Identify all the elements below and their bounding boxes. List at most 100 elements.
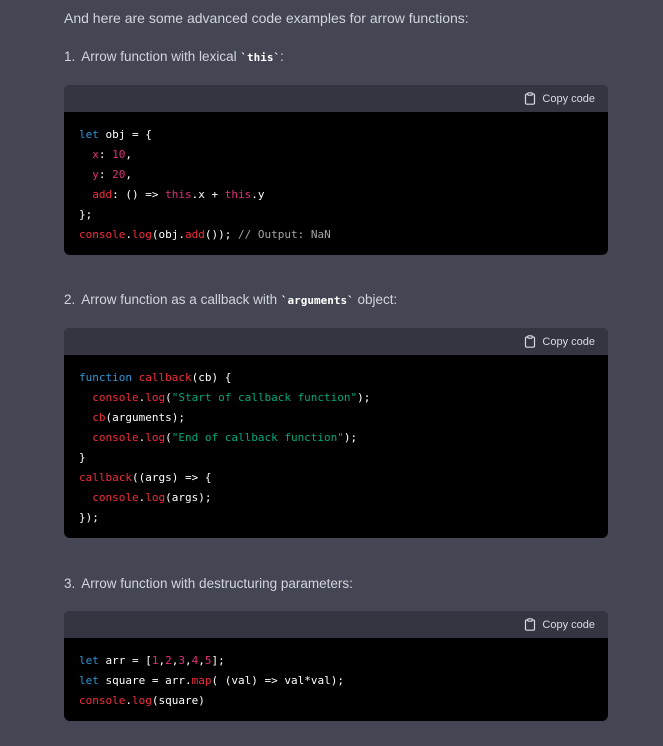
item-1-title-code: `this` (240, 51, 281, 64)
code-token: cb (198, 371, 212, 384)
code-token: x (198, 188, 205, 201)
code-token: ) (198, 694, 205, 707)
code-token: add (184, 228, 205, 241)
item-2-title-suffix: object: (353, 292, 398, 307)
code-token: log (145, 431, 166, 444)
code-token: , (198, 654, 205, 667)
code-token: arguments (112, 411, 172, 424)
code-token: val (231, 674, 252, 687)
code-token: . (251, 188, 258, 201)
code-token: ); (171, 411, 185, 424)
code-token: "End of callback function" (171, 431, 344, 444)
code-line: let obj = { (79, 125, 593, 145)
copy-code-button-3[interactable]: Copy code (524, 618, 595, 631)
code-token: console (92, 491, 139, 504)
item-1-title: 1. Arrow function with lexical `this`: (64, 48, 284, 67)
code-token: // Output: NaN (237, 228, 331, 241)
code-token: this (165, 188, 192, 201)
copy-code-button-2[interactable]: Copy code (524, 335, 595, 348)
code-token: ); (357, 391, 371, 404)
code-token: log (131, 694, 152, 707)
code-token: x (92, 148, 99, 161)
item-1-title-suffix: : (280, 49, 284, 64)
code-header-2: Copy code (64, 328, 608, 355)
code-token: arr (105, 654, 126, 667)
code-token: }; (79, 208, 93, 221)
code-token: callback (79, 471, 132, 484)
code-line: y: 20, (79, 165, 593, 185)
code-body-3[interactable]: let arr = [1,2,3,4,5]; let square = arr.m… (64, 638, 608, 721)
code-token: console (79, 228, 126, 241)
code-token: val (284, 674, 305, 687)
code-line: console.log(obj.add()); // Output: NaN (79, 225, 593, 245)
code-token: = (132, 654, 139, 667)
code-token: ( (165, 431, 172, 444)
code-token: ); (343, 431, 358, 444)
code-token: let (79, 654, 99, 667)
code-token: y (92, 168, 99, 181)
code-token: ( (165, 391, 172, 404)
code-token: , (125, 168, 132, 181)
code-token: log (145, 491, 166, 504)
code-token: ); (198, 491, 212, 504)
item-1-title-text: Arrow function with lexical (81, 49, 241, 64)
code-token: "Start of callback function" (171, 391, 358, 404)
code-line: }; (79, 205, 593, 225)
code-token: { (204, 471, 212, 484)
code-token: 20 (112, 168, 126, 181)
code-token: => (184, 471, 199, 484)
code-token: obj (105, 128, 126, 141)
code-token: y (257, 188, 265, 201)
clipboard-icon (525, 92, 536, 105)
code-token: 2 (165, 654, 172, 667)
item-2-number: 2. (64, 292, 76, 307)
code-token: : (98, 148, 106, 161)
code-token: . (178, 228, 185, 241)
copy-code-button-1[interactable]: Copy code (524, 92, 595, 105)
code-line: x: 10, (79, 145, 593, 165)
code-token: => (264, 674, 278, 687)
code-token: 10 (112, 148, 126, 161)
code-token: () (125, 188, 139, 201)
code-line: console.log("Start of callback function"… (79, 388, 593, 408)
code-token: function (79, 371, 132, 384)
item-3-number: 3. (64, 576, 76, 591)
item-2-title-code: `arguments` (280, 294, 354, 307)
code-block-3: Copy code let arr = [1,2,3,4,5]; let squa… (64, 611, 608, 721)
code-token: console (92, 391, 139, 404)
code-token: log (131, 228, 152, 241)
code-token: add (92, 188, 113, 201)
intro-text: And here are some advanced code examples… (64, 10, 469, 26)
code-line: console.log("End of callback function"); (79, 428, 593, 448)
code-token: args (171, 491, 199, 504)
code-line: add: () => this.x + this.y (79, 185, 593, 205)
code-token: ); (330, 674, 344, 687)
code-token: { (224, 371, 232, 384)
item-2-title-text: Arrow function as a callback with (81, 292, 281, 307)
clipboard-icon (525, 618, 536, 631)
code-line: let arr = [1,2,3,4,5]; (79, 651, 593, 671)
code-block-2: Copy code function callback(cb) { consol… (64, 328, 608, 538)
code-line: }); (79, 508, 593, 528)
code-token: (( (131, 471, 146, 484)
code-token: let (79, 674, 99, 687)
code-token: args (145, 471, 172, 484)
code-body-2[interactable]: function callback(cb) { console.log("Sta… (64, 355, 608, 538)
code-token: callback (138, 371, 192, 384)
code-body-1[interactable]: let obj = { x: 10, y: 20, add: () => thi… (64, 112, 608, 255)
code-token: ]; (211, 654, 225, 667)
code-token: console (79, 694, 126, 707)
code-token: [ (145, 654, 152, 667)
code-token: obj (158, 228, 179, 241)
